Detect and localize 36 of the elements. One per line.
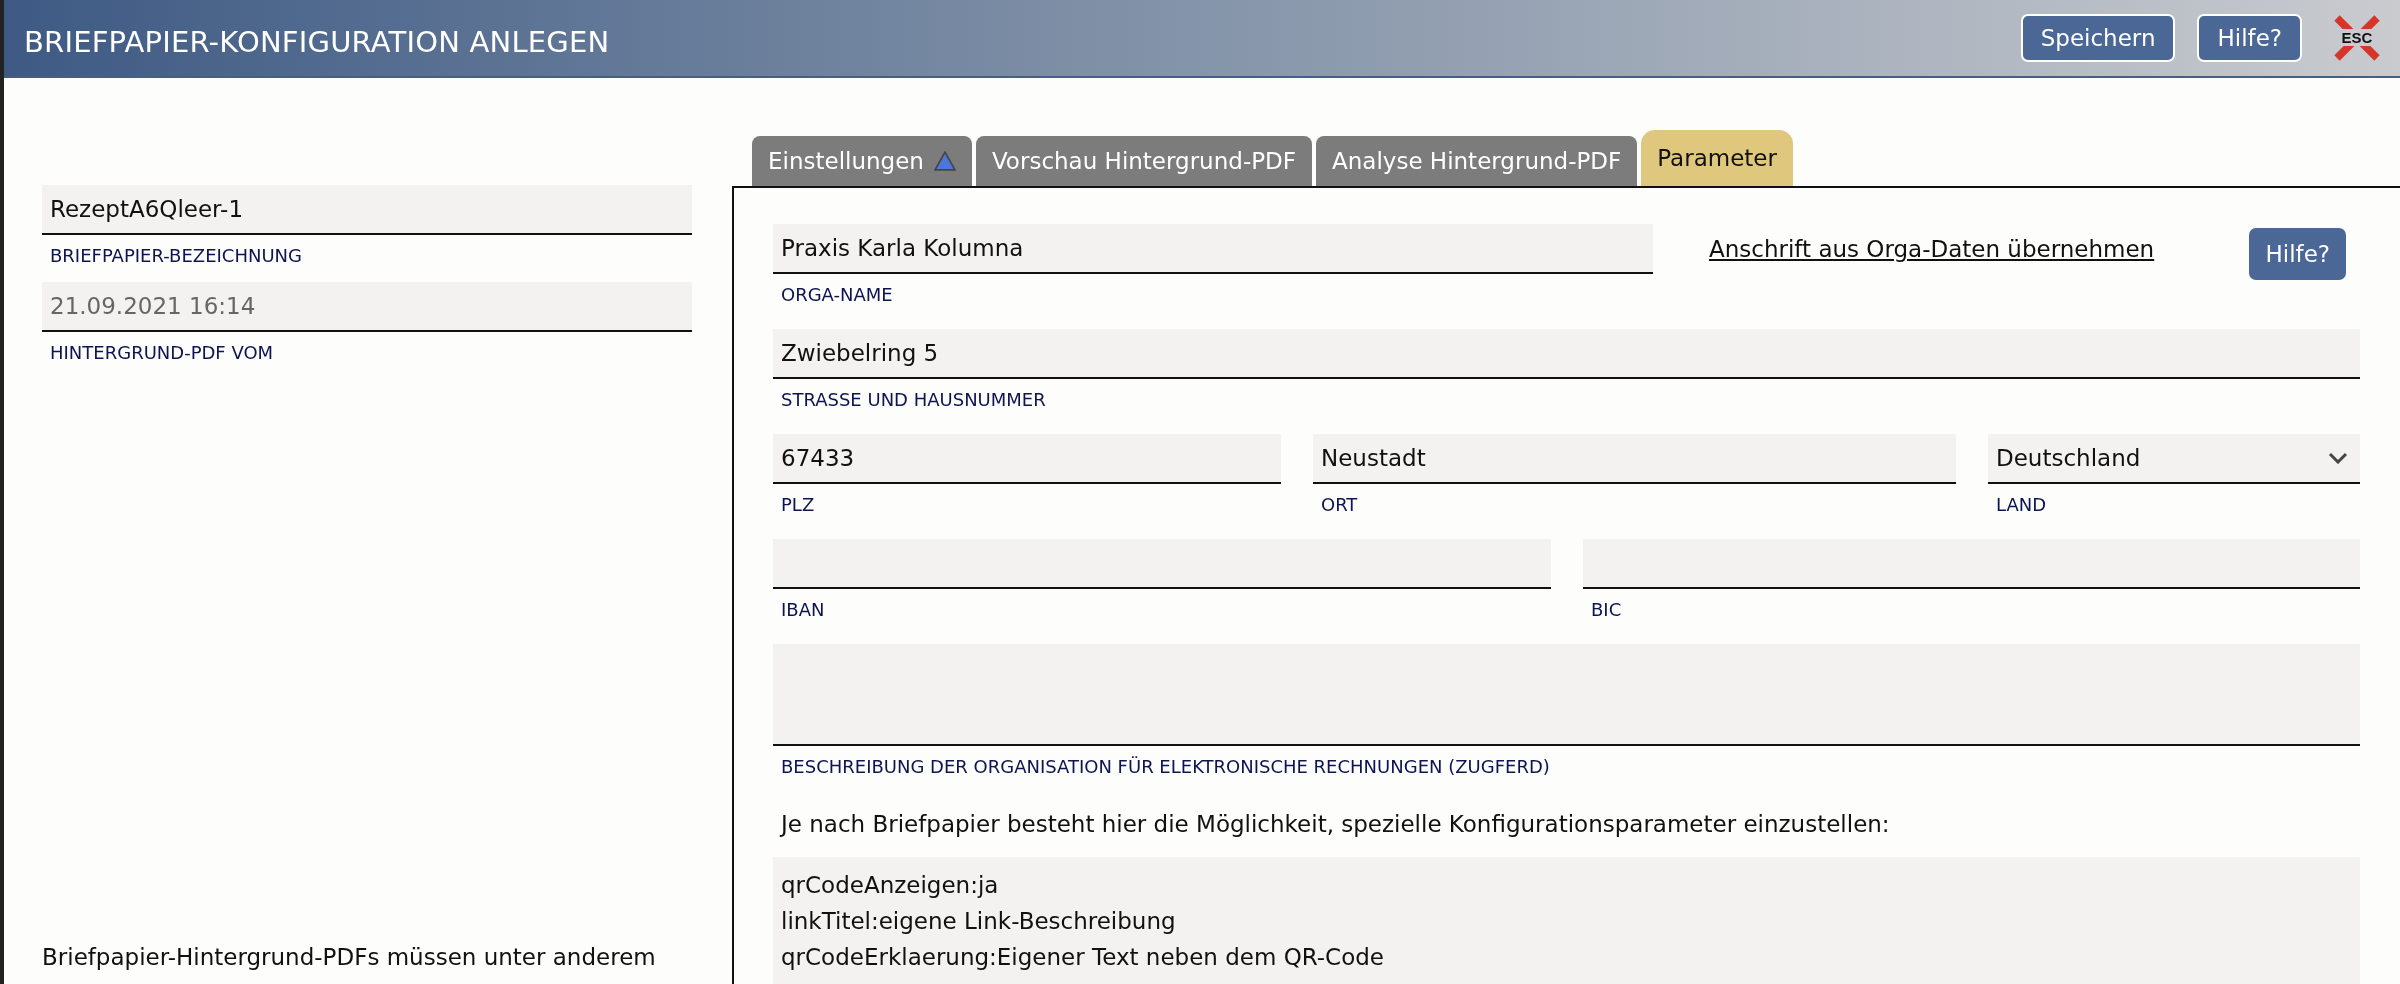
input-field[interactable]: 67433 — [773, 434, 1281, 484]
input-field[interactable] — [1583, 539, 2360, 589]
tab[interactable]: Analyse Hintergrund-PDF — [1316, 136, 1638, 186]
field-label: BIC — [1591, 599, 1623, 620]
intro-text: Je nach Briefpapier besteht hier die Möglichkeit, spezielle Konfigurationsparameter einzustellen: — [781, 811, 1891, 837]
input-field[interactable]: RezeptA6Qleer-1 — [42, 185, 692, 235]
input-field[interactable]: Zwiebelring 5 — [773, 329, 2360, 379]
country-select[interactable]: Deutschland — [1988, 434, 2360, 484]
input-field[interactable] — [773, 539, 1551, 589]
address-link[interactable]: Anschrift aus Orga-Daten übernehmen — [1709, 236, 2155, 305]
field-label: PLZ — [781, 494, 816, 515]
window-title: BRIEFPAPIER-KONFIGURATION ANLEGEN — [24, 25, 610, 59]
input-field[interactable]: Neustadt — [1313, 434, 1956, 484]
triangle-icon — [933, 151, 956, 171]
help-button[interactable]: Hilfe? — [2197, 14, 2302, 62]
tab[interactable]: Vorschau Hintergrund-PDF — [975, 136, 1312, 186]
field-label: IBAN — [781, 599, 826, 620]
field-label: LAND — [1996, 494, 2048, 515]
parameter-line: qrCodeErklaerung:Eigener Text neben dem QR-Code — [781, 943, 1385, 972]
field-label: STRASSE UND HAUSNUMMER — [781, 389, 1047, 410]
save-button[interactable]: Speichern — [2020, 14, 2176, 62]
parameter-line: qrCodeAnzeigen:ja — [781, 871, 1000, 900]
tab[interactable]: Parameter — [1641, 130, 1793, 186]
chevron-down-icon — [2328, 452, 2348, 464]
parameter-line: linkTitel:eigene Link-Beschreibung — [781, 907, 1177, 936]
help-button[interactable]: Hilfe? — [2249, 228, 2346, 280]
input-field[interactable]: Praxis Karla Kolumna — [773, 224, 1653, 274]
field-label: BRIEFPAPIER-BEZEICHNUNG — [50, 245, 303, 266]
field-label: ORGA-NAME — [781, 284, 894, 305]
field-label: HINTERGRUND-PDF VOM — [50, 342, 275, 363]
field-label: ORT — [1321, 494, 1359, 515]
tab[interactable]: Einstellungen — [752, 136, 972, 186]
parameters-box[interactable]: qrCodeAnzeigen:ja linkTitel:eigene Link-Beschreibung qrCodeErklaerung:Eigener Text neben dem QR-Code — [773, 857, 2360, 984]
field-label: BESCHREIBUNG DER ORGANISATION FÜR ELEKTRONISCHE RECHNUNGEN (ZUGFERD) — [781, 756, 1551, 777]
note-text: Briefpapier-Hintergrund-PDFs müssen unter anderem — [42, 944, 657, 972]
close-button[interactable]: ESC — [2332, 13, 2382, 63]
